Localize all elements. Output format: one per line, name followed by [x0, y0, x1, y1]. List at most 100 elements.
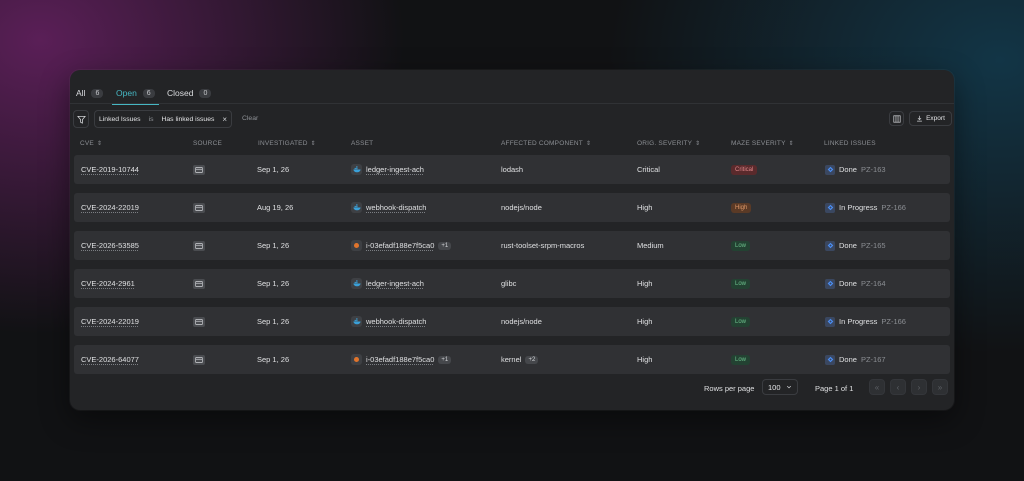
cve-link[interactable]: CVE-2024-22019	[81, 317, 139, 326]
column-header-orig-severity[interactable]: ORIG. SEVERITY ⇕	[637, 140, 700, 147]
chevron-down-icon	[786, 385, 792, 389]
filter-row: Linked Issues is Has linked issues × Cle…	[70, 110, 954, 130]
pagination: Rows per page 100 Page 1 of 1 « ‹ › »	[70, 378, 954, 402]
jira-issue-icon	[825, 202, 835, 213]
previous-page-button[interactable]: ‹	[890, 379, 906, 395]
column-header-cve[interactable]: CVE ⇕	[80, 140, 102, 147]
column-header-asset: ASSET	[351, 140, 373, 147]
tab-all[interactable]: All 6	[76, 83, 104, 103]
asset-link[interactable]: ledger-ingest-ach	[366, 165, 424, 174]
jira-issue-icon	[825, 240, 835, 251]
column-header-investigated[interactable]: INVESTIGATED ⇕	[258, 140, 316, 147]
more-assets-badge[interactable]: +1	[438, 241, 452, 250]
maze-severity-cell: High	[731, 193, 752, 222]
asset-link[interactable]: i-03efadf188e7f5ca0	[366, 355, 434, 364]
clear-filters-button[interactable]: Clear	[242, 115, 258, 122]
source-cell	[193, 269, 205, 298]
linked-issue-cell[interactable]: In Progress PZ-166	[825, 307, 906, 336]
source-cell	[193, 193, 205, 222]
linked-issue-cell[interactable]: Done PZ-165	[825, 231, 886, 260]
filter-operator: is	[148, 115, 154, 123]
scanner-source-icon	[193, 354, 205, 365]
table-row[interactable]: CVE-2024-22019 Aug 19, 26 webhook-dispat…	[74, 193, 950, 222]
maze-severity-cell: Low	[731, 231, 751, 260]
double-chevron-left-icon: «	[874, 382, 880, 392]
table-row[interactable]: CVE-2019-10744 Sep 1, 26 ledger-ingest-a…	[74, 155, 950, 184]
severity-badge: Low	[731, 278, 751, 289]
column-header-maze-severity[interactable]: MAZE SEVERITY ⇕	[731, 140, 794, 147]
sort-icon: ⇕	[310, 141, 316, 147]
tab-count-badge: 6	[142, 88, 155, 98]
double-chevron-right-icon: »	[937, 382, 943, 392]
linked-issue-cell[interactable]: Done PZ-167	[825, 345, 886, 374]
jira-issue-icon	[825, 164, 835, 175]
last-page-button[interactable]: »	[932, 379, 948, 395]
issue-status: In Progress	[839, 317, 878, 326]
cve-link[interactable]: CVE-2019-10744	[81, 165, 139, 174]
investigated-cell: Sep 1, 26	[257, 355, 290, 364]
investigated-cell: Sep 1, 26	[257, 317, 290, 326]
table-row[interactable]: CVE-2024-22019 Sep 1, 26 webhook-dispatc…	[74, 307, 950, 336]
component-name: lodash	[501, 165, 524, 174]
column-label: AFFECTED COMPONENT	[501, 140, 583, 147]
cve-link[interactable]: CVE-2026-53585	[81, 241, 139, 250]
rows-per-page-label: Rows per page	[704, 384, 755, 393]
linked-issue-cell[interactable]: Done PZ-163	[825, 155, 886, 184]
filter-button[interactable]	[73, 110, 89, 128]
orig-severity-cell: Medium	[637, 241, 664, 250]
next-page-button[interactable]: ›	[911, 379, 927, 395]
scanner-source-icon	[193, 202, 205, 213]
component-cell: glibc	[501, 269, 516, 298]
rows-per-page-select[interactable]: 100	[762, 379, 798, 395]
investigated-cell: Sep 1, 26	[257, 165, 290, 174]
issue-key: PZ-167	[860, 355, 886, 364]
asset-cell: ledger-ingest-ach	[351, 269, 424, 298]
issue-key: PZ-166	[881, 203, 906, 212]
asset-cell: webhook-dispatch	[351, 307, 426, 336]
asset-cell: i-03efadf188e7f5ca0 +1	[351, 231, 452, 260]
first-page-button[interactable]: «	[869, 379, 885, 395]
component-cell: rust-toolset-srpm-macros	[501, 231, 584, 260]
table-header: CVE ⇕ SOURCE INVESTIGATED ⇕ ASSET AFFECTED…	[70, 134, 954, 156]
asset-link[interactable]: webhook-dispatch	[366, 203, 426, 212]
issue-key: PZ-165	[860, 241, 886, 250]
more-components-badge[interactable]: +2	[525, 355, 539, 364]
table-row[interactable]: CVE-2024-2961 Sep 1, 26 ledger-ingest-ac…	[74, 269, 950, 298]
more-assets-badge[interactable]: +1	[438, 355, 452, 364]
maze-severity-cell: Low	[731, 269, 751, 298]
column-header-affected-component[interactable]: AFFECTED COMPONENT ⇕	[501, 140, 591, 147]
component-name: rust-toolset-srpm-macros	[501, 241, 585, 250]
issue-status: Done	[839, 355, 857, 364]
asset-link[interactable]: webhook-dispatch	[366, 317, 426, 326]
maze-severity-cell: Critical	[731, 155, 758, 184]
linked-issue-cell[interactable]: In Progress PZ-166	[825, 193, 906, 222]
asset-link[interactable]: i-03efadf188e7f5ca0	[366, 241, 434, 250]
filter-chip[interactable]: Linked Issues is Has linked issues ×	[94, 110, 233, 128]
remove-filter-icon[interactable]: ×	[218, 115, 231, 124]
column-label: ASSET	[351, 140, 374, 147]
cve-link[interactable]: CVE-2024-22019	[81, 203, 139, 212]
jira-issue-icon	[825, 354, 835, 365]
issue-status: Done	[839, 279, 857, 288]
asset-link[interactable]: ledger-ingest-ach	[366, 279, 424, 288]
columns-button[interactable]	[889, 111, 904, 126]
issue-key: PZ-164	[860, 279, 886, 288]
cve-cell: CVE-2026-64077	[81, 345, 139, 374]
container-icon	[351, 316, 362, 327]
tab-label: All	[76, 88, 86, 98]
export-button[interactable]: Export	[909, 111, 952, 126]
cve-link[interactable]: CVE-2024-2961	[81, 279, 135, 288]
investigated-cell: Sep 1, 26	[257, 279, 290, 288]
column-label: LINKED ISSUES	[824, 140, 876, 147]
table-row[interactable]: CVE-2026-64077 Sep 1, 26 i-03efadf188e7f…	[74, 345, 950, 374]
linked-issue-cell[interactable]: Done PZ-164	[825, 269, 886, 298]
tab-closed[interactable]: Closed 0	[167, 83, 212, 103]
chevron-right-icon: ›	[917, 382, 921, 392]
cve-link[interactable]: CVE-2026-64077	[81, 355, 139, 364]
tab-open[interactable]: Open 6	[112, 83, 159, 105]
filter-icon	[76, 115, 86, 124]
scanner-source-icon	[193, 316, 205, 327]
table-row[interactable]: CVE-2026-53585 Sep 1, 26 i-03efadf188e7f…	[74, 231, 950, 260]
issue-key: PZ-166	[881, 317, 906, 326]
ec2-instance-icon	[351, 354, 362, 365]
